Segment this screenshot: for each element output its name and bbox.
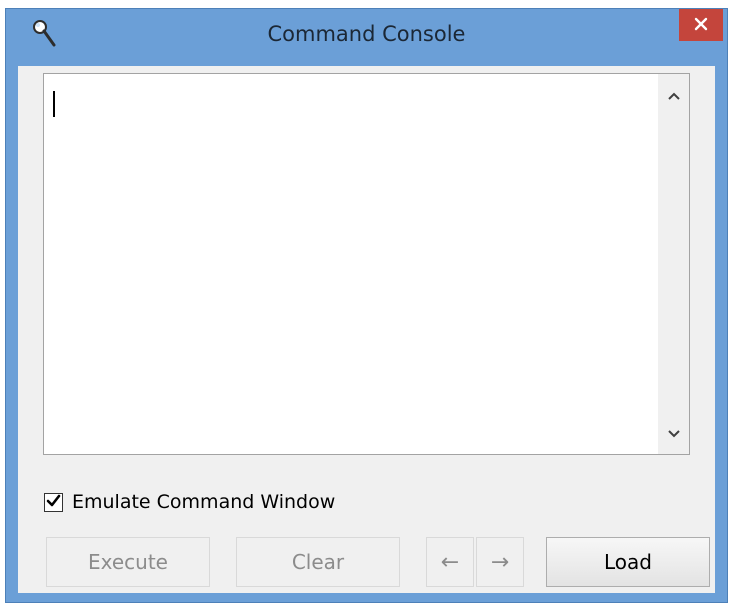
chevron-down-icon bbox=[667, 424, 681, 443]
load-button[interactable]: Load bbox=[546, 537, 710, 587]
close-button[interactable] bbox=[679, 9, 723, 41]
chevron-up-icon bbox=[667, 86, 681, 105]
title-bar[interactable]: Command Console bbox=[6, 9, 727, 65]
emulate-command-window-label[interactable]: Emulate Command Window bbox=[72, 491, 335, 513]
arrow-right-icon: → bbox=[490, 549, 510, 575]
checkmark-icon bbox=[46, 493, 61, 512]
command-console-window: Command Console Emulate Command Window E… bbox=[5, 8, 728, 603]
console-textarea[interactable] bbox=[43, 73, 690, 455]
arrow-left-icon: ← bbox=[440, 549, 460, 575]
text-caret bbox=[53, 91, 55, 117]
vertical-scrollbar[interactable] bbox=[658, 74, 689, 454]
clear-button[interactable]: Clear bbox=[236, 537, 400, 587]
scroll-down-button[interactable] bbox=[658, 416, 689, 450]
history-previous-button[interactable]: ← bbox=[426, 537, 474, 587]
history-next-button[interactable]: → bbox=[476, 537, 524, 587]
window-title: Command Console bbox=[267, 22, 466, 46]
scroll-up-button[interactable] bbox=[658, 78, 689, 112]
emulate-command-window-checkbox[interactable] bbox=[44, 492, 63, 512]
emulate-command-window-option[interactable]: Emulate Command Window bbox=[44, 488, 335, 516]
window-content: Emulate Command Window Execute Clear ← →… bbox=[18, 66, 715, 593]
close-icon bbox=[694, 16, 708, 35]
execute-button[interactable]: Execute bbox=[46, 537, 210, 587]
